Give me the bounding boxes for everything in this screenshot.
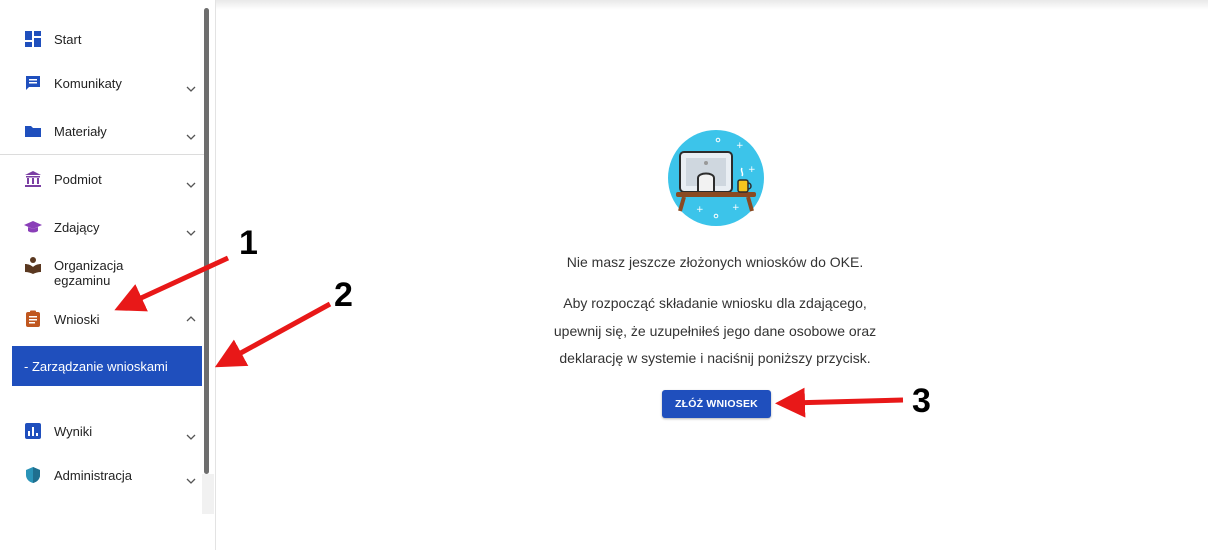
callout-number: 3 (912, 382, 931, 420)
sidebar-item-komunikaty[interactable]: Komunikaty (0, 70, 202, 96)
sidebar-subitem-zarzadzanie-wnioskami[interactable]: - Zarządzanie wnioskami (12, 346, 202, 386)
chevron-down-icon (186, 182, 196, 188)
empty-state-message: Nie masz jeszcze złożonych wniosków do O… (566, 254, 864, 270)
sidebar-scroll-track (202, 474, 214, 514)
sidebar-item-organizacja-egzaminu[interactable]: Organizacja egzaminu (0, 252, 202, 292)
chevron-down-icon (186, 434, 196, 440)
sidebar-item-label: Materiały (54, 123, 107, 139)
svg-text:+: + (732, 203, 740, 213)
chevron-down-icon (186, 230, 196, 236)
shield-icon (24, 466, 42, 484)
sidebar-item-administracja[interactable]: Administracja (0, 462, 202, 488)
chevron-down-icon (186, 478, 196, 484)
message-icon (24, 74, 42, 92)
annotation-arrow-3 (775, 387, 904, 418)
submit-application-button[interactable]: ZŁÓŻ WNIOSEK (662, 390, 771, 418)
callout-number: 2 (334, 276, 353, 314)
sidebar-item-wyniki[interactable]: Wyniki (0, 418, 202, 444)
sidebar-item-podmiot[interactable]: Podmiot (0, 166, 202, 192)
svg-text:+: + (696, 205, 704, 215)
folder-icon (24, 122, 42, 140)
callout-number: 1 (239, 224, 258, 262)
sidebar-item-label: Administracja (54, 467, 133, 483)
svg-text:+: + (736, 141, 744, 151)
annotation-arrow-2 (214, 301, 332, 368)
clipboard-icon (24, 310, 42, 328)
chevron-up-icon (186, 316, 196, 322)
sidebar: Start Komunikaty Materiały Podmiot Zdają… (0, 0, 216, 550)
sidebar-item-label: Podmiot (54, 171, 102, 187)
sidebar-item-label: Organizacja egzaminu (54, 258, 124, 288)
sidebar-item-label: Wyniki (54, 423, 93, 439)
instruction-line: upewnij się, że uzupełniłeś jego dane os… (553, 323, 877, 339)
institution-icon (24, 170, 42, 188)
svg-text:+: + (748, 165, 756, 175)
bar-chart-icon (24, 422, 42, 440)
dashboard-icon (24, 30, 42, 48)
sidebar-item-start[interactable]: Start (0, 26, 202, 52)
sidebar-item-zdajacy[interactable]: Zdający (0, 214, 202, 240)
top-bar-shadow (216, 0, 1208, 10)
chevron-down-icon (186, 134, 196, 140)
sidebar-item-label: Zdający (54, 219, 100, 235)
sidebar-scrollbar[interactable] (204, 8, 209, 474)
instruction-line: deklarację w systemie i naciśnij poniższ… (559, 350, 871, 366)
sidebar-subitem-label: - Zarządzanie wnioskami (24, 358, 168, 374)
sidebar-item-label: Start (54, 31, 82, 47)
reading-person-icon (24, 256, 42, 274)
sidebar-item-label: Wnioski (54, 311, 100, 327)
sidebar-item-materialy[interactable]: Materiały (0, 118, 202, 144)
chevron-down-icon (186, 86, 196, 92)
desk-computer-illustration: + + + + (668, 130, 764, 226)
sidebar-item-label: Komunikaty (54, 75, 122, 91)
graduation-cap-icon (24, 218, 42, 236)
instruction-line: Aby rozpocząć składanie wniosku dla zdaj… (563, 295, 867, 311)
sidebar-divider (0, 154, 204, 155)
sidebar-item-wnioski[interactable]: Wnioski (0, 306, 202, 332)
